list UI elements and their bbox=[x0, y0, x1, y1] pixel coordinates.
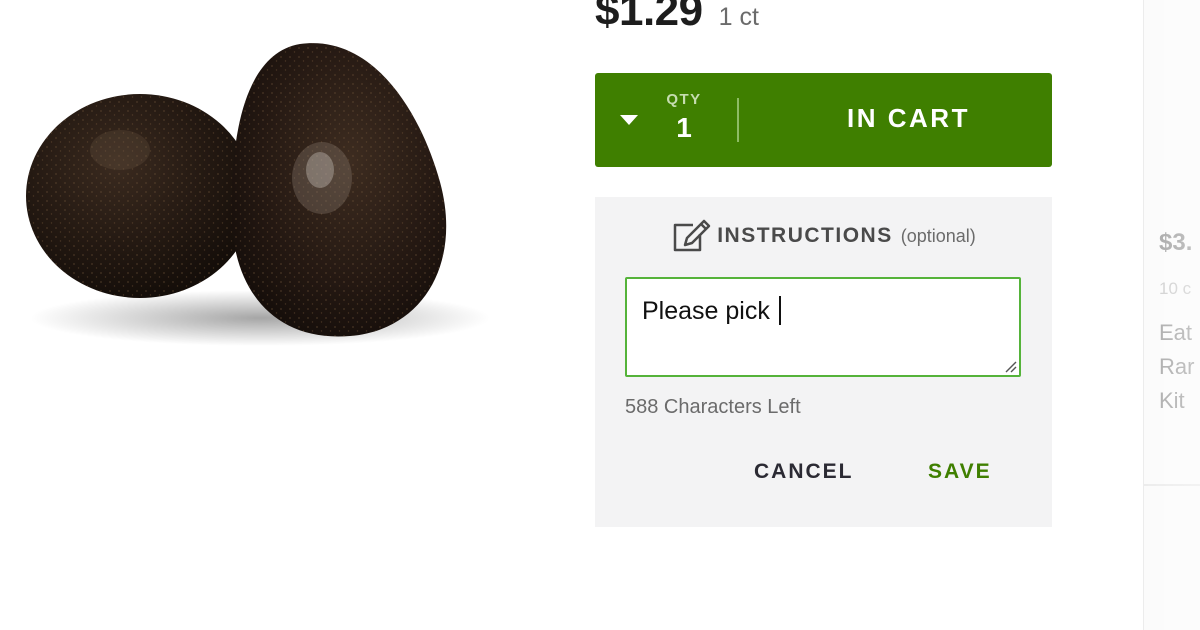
in-cart-label: IN CART bbox=[847, 103, 970, 133]
product-unit: 1 ct bbox=[718, 3, 759, 31]
qty-caption: QTY bbox=[666, 91, 702, 108]
product-price: $1.29 bbox=[595, 0, 703, 35]
next-card-divider bbox=[1143, 484, 1200, 486]
save-button[interactable]: SAVE bbox=[928, 460, 992, 484]
cancel-button[interactable]: CANCEL bbox=[754, 460, 854, 484]
instructions-optional-label: (optional) bbox=[900, 225, 976, 246]
instructions-panel: INSTRUCTIONS (optional) Please pick 588 … bbox=[595, 197, 1052, 527]
characters-left: 588 Characters Left bbox=[625, 396, 801, 418]
edit-icon bbox=[671, 219, 711, 253]
next-product-name-line: Eat bbox=[1159, 320, 1193, 345]
next-product-card[interactable]: $3. 10 c Eat Rar Kit bbox=[1143, 0, 1200, 630]
next-product-unit: 10 c bbox=[1159, 279, 1192, 298]
qty-value: 1 bbox=[676, 112, 692, 143]
next-product-price: $3. bbox=[1159, 229, 1193, 256]
instructions-input[interactable]: Please pick bbox=[625, 277, 1021, 377]
next-product-name: Eat Rar Kit bbox=[1159, 316, 1194, 418]
caret-down-icon[interactable] bbox=[619, 113, 639, 127]
card-fade-overlay bbox=[1143, 0, 1200, 630]
instructions-title: INSTRUCTIONS bbox=[717, 224, 893, 247]
text-caret bbox=[778, 296, 781, 325]
price-row: $1.29 1 ct bbox=[595, 0, 759, 40]
product-image bbox=[0, 0, 560, 420]
instructions-header: INSTRUCTIONS (optional) bbox=[595, 219, 1052, 253]
next-product-name-line: Kit bbox=[1159, 388, 1185, 413]
quantity-selector[interactable]: QTY 1 bbox=[658, 91, 710, 144]
in-cart-bar[interactable]: QTY 1 IN CART bbox=[595, 73, 1052, 167]
resize-handle-icon[interactable] bbox=[1003, 359, 1017, 373]
cart-divider bbox=[737, 98, 739, 142]
next-product-name-line: Rar bbox=[1159, 354, 1195, 379]
instructions-input-value: Please pick bbox=[642, 297, 770, 325]
